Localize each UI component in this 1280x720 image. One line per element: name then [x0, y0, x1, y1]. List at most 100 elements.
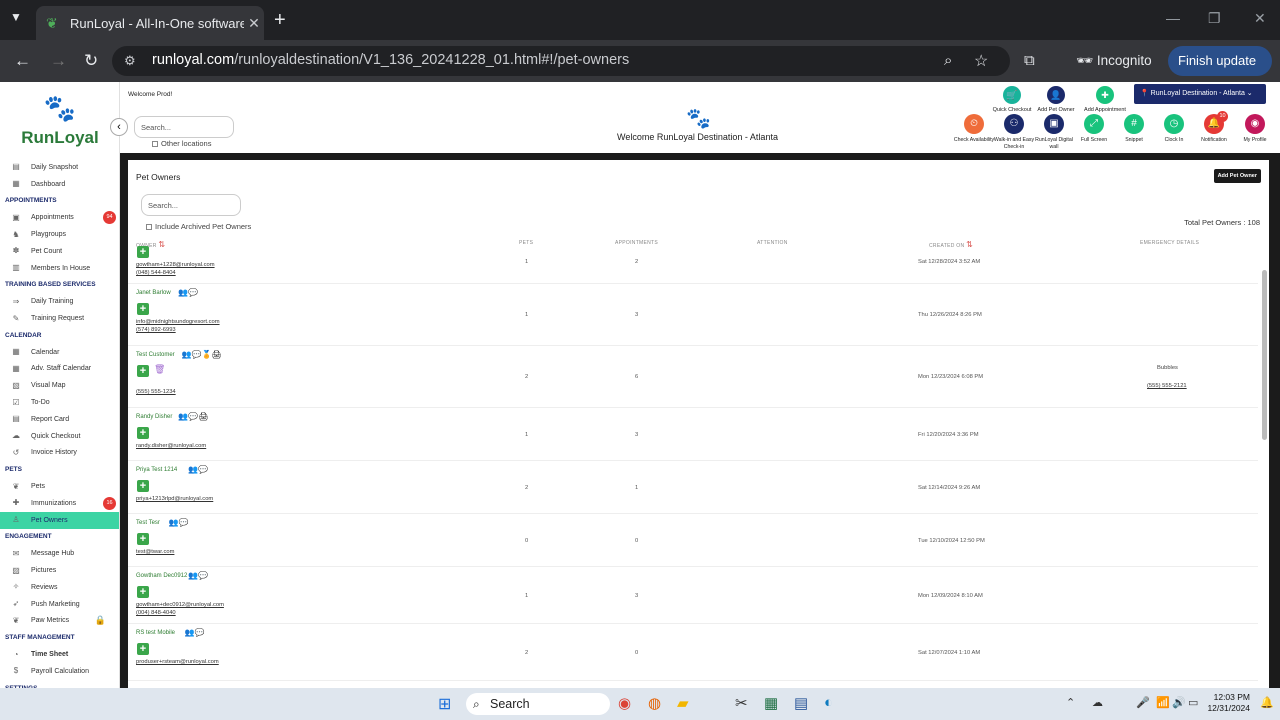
sidebar-item-to-do[interactable]: ☑ To-Do [0, 394, 119, 411]
forward-icon[interactable]: → [50, 51, 67, 71]
add-appointment-plus-icon[interactable]: + [137, 246, 149, 258]
bookmark-star-icon[interactable]: ☆ [974, 51, 988, 71]
owner-email-link[interactable]: randy.disher@runloyal.com [136, 443, 206, 449]
sidebar-item-daily-training[interactable]: ⇒ Daily Training [0, 293, 119, 310]
sidebar-item-immunizations[interactable]: ✚ Immunizations 16 [0, 495, 119, 512]
owner-phone-link[interactable]: (555) 555-1234 [136, 389, 176, 395]
owner-email-link[interactable]: gowtham+1228@runloyal.com [136, 262, 215, 268]
snipping-tool-icon[interactable]: ✂ [735, 694, 748, 712]
sidebar-item-members-in-house[interactable]: ▥ Members In House [0, 260, 119, 277]
sidebar-item-appointments[interactable]: ▣ Appointments 94 [0, 209, 119, 226]
tool-runloyal-digital-wall[interactable]: ▣ RunLoyal Digital wall [1033, 114, 1075, 150]
sidebar-item-calendar[interactable]: ▦ Calendar [0, 344, 119, 361]
windows-start-icon[interactable]: ⊞ [438, 694, 451, 714]
include-archived-checkbox[interactable]: Include Archived Pet Owners [146, 222, 251, 231]
location-selector[interactable]: 📍 RunLoyal Destination - Atlanta ⌄ [1134, 84, 1266, 104]
browser-tab[interactable]: ❦ RunLoyal - All-In-One software ✕ [36, 6, 264, 40]
owner-phone-link[interactable]: (574) 892-6993 [136, 327, 176, 333]
file-explorer-icon[interactable]: ▰ [677, 694, 689, 712]
owner-name-link[interactable]: Priya Test 1214 [136, 467, 177, 473]
sidebar-item-pet-count[interactable]: ✽ Pet Count [0, 243, 119, 260]
sidebar-item-daily-snapshot[interactable]: ▤ Daily Snapshot [0, 159, 119, 176]
address-bar[interactable]: ⚙ runloyal.com/runloyaldestination/V1_13… [112, 46, 1010, 76]
owner-phone-link[interactable]: (048) 544-8404 [136, 270, 176, 276]
owner-email-link[interactable]: produser+rsteam@runloyal.com [136, 659, 219, 665]
owner-email-link[interactable]: priya+1213rlpd@runloyal.com [136, 496, 213, 502]
sidebar-item-push-marketing[interactable]: ➶ Push Marketing [0, 596, 119, 613]
minimize-icon[interactable]: — [1166, 10, 1180, 26]
owner-name-link[interactable]: Test Tesr [136, 520, 160, 526]
add-pet-owner-button[interactable]: Add Pet Owner [1213, 169, 1261, 183]
zoom-search-icon[interactable]: ⌕ [944, 52, 952, 69]
close-tab-icon[interactable]: ✕ [244, 15, 264, 32]
add-appointment-plus-icon[interactable]: + [137, 365, 149, 377]
sidebar-item-time-sheet[interactable]: ◔ Time Sheet [0, 646, 119, 663]
quick-action-add-appointment[interactable]: ✚ Add Appointment [1081, 86, 1129, 113]
taskbar-search[interactable]: ⌕ Search [466, 693, 610, 715]
add-appointment-plus-icon[interactable]: + [137, 480, 149, 492]
runloyal-logo[interactable]: 🐾 RunLoyal [20, 94, 100, 148]
quick-action-quick-checkout[interactable]: 🛒 Quick Checkout [988, 86, 1036, 113]
sidebar-item-adv-staff-calendar[interactable]: ▦ Adv. Staff Calendar [0, 361, 119, 378]
tool-clock-in[interactable]: ◷ Clock In [1153, 114, 1195, 144]
tool-my-profile[interactable]: ◉ My Profile [1234, 114, 1276, 144]
incognito-indicator[interactable]: 🕶 Incognito [1076, 53, 1152, 69]
emergency-contact-phone[interactable]: (555) 555-2121 [1147, 383, 1187, 389]
owner-name-link[interactable]: RS test Mobile [136, 630, 175, 636]
excel-app-icon[interactable]: ▦ [764, 694, 778, 712]
sidebar-item-report-card[interactable]: ▤ Report Card [0, 411, 119, 428]
sidebar-item-payroll-calculation[interactable]: $ Payroll Calculation [0, 663, 119, 680]
tray-chevron-icon[interactable]: ⌃ [1066, 696, 1075, 709]
taskbar-clock[interactable]: 12:03 PM 12/31/2024 [1204, 692, 1250, 714]
add-appointment-plus-icon[interactable]: + [137, 427, 149, 439]
site-info-icon[interactable]: ⚙ [124, 53, 136, 69]
owner-name-link[interactable]: Randy Disher [136, 414, 172, 420]
tray-app-icon[interactable]: ☁ [1092, 696, 1103, 709]
tool-notification[interactable]: 🔔 10 Notification [1193, 111, 1235, 144]
top-search-input[interactable]: Search... [134, 116, 234, 138]
sidebar-item-paw-metrics[interactable]: ❦ Paw Metrics 🔒 [0, 613, 119, 630]
edge-app-icon[interactable]: ◐ [824, 694, 833, 711]
sidebar-item-visual-map[interactable]: ▧ Visual Map [0, 377, 119, 394]
tool-check-availability[interactable]: ⏲ Check Availability [953, 114, 995, 144]
table-scrollbar[interactable] [1262, 270, 1267, 440]
sidebar-item-dashboard[interactable]: ▦ Dashboard [0, 176, 119, 193]
add-appointment-plus-icon[interactable]: + [137, 586, 149, 598]
chrome-app-icon[interactable]: ◉ [618, 694, 631, 712]
maximize-icon[interactable]: ❐ [1208, 10, 1221, 27]
tool-snippet[interactable]: # Snippet [1113, 114, 1155, 144]
finish-update-button[interactable]: Finish update ⋮ [1168, 46, 1272, 98]
owner-phone-link[interactable]: (004) 848-4040 [136, 610, 176, 616]
sidebar-item-pet-owners[interactable]: ♙ Pet Owners [0, 511, 119, 529]
new-tab-icon[interactable]: + [274, 9, 286, 32]
microphone-icon[interactable]: 🎤 [1136, 696, 1150, 709]
tool-walk-in-and-easy-check-in[interactable]: ⚇ Walk-in and Easy Check-in [993, 114, 1035, 150]
tool-full-screen[interactable]: ⤢ Full Screen [1073, 114, 1115, 144]
sidebar-item-reviews[interactable]: ✧ Reviews [0, 579, 119, 596]
owner-email-link[interactable]: gowtham+dec0912@runloyal.com [136, 602, 224, 608]
sidebar-item-invoice-history[interactable]: ↺ Invoice History [0, 445, 119, 462]
collapse-sidebar-icon[interactable]: ‹ [110, 118, 128, 136]
notifications-bell-icon[interactable]: 🔔 [1260, 696, 1274, 709]
word-app-icon[interactable]: ▤ [794, 694, 808, 712]
extensions-icon[interactable]: ⧉ [1024, 52, 1035, 69]
owner-email-link[interactable]: info@midnightsundogresort.com [136, 319, 220, 325]
sidebar-item-quick-checkout[interactable]: ☁ Quick Checkout [0, 428, 119, 445]
owner-name-link[interactable]: Janet Barlow [136, 290, 171, 296]
owner-email-link[interactable]: test@twar.com [136, 549, 174, 555]
sidebar-item-playgroups[interactable]: ♞ Playgroups [0, 226, 119, 243]
other-locations-checkbox[interactable]: Other locations [152, 139, 211, 148]
pet-owner-search-input[interactable]: Search... [141, 194, 241, 216]
tab-search-chevron-icon[interactable]: ▼ [10, 10, 22, 24]
quick-action-add-pet-owner[interactable]: 👤 Add Pet Owner [1032, 86, 1080, 113]
reload-icon[interactable]: ↻ [84, 51, 98, 71]
sidebar-item-pictures[interactable]: ▨ Pictures [0, 562, 119, 579]
add-appointment-plus-icon[interactable]: + [137, 643, 149, 655]
wifi-icon[interactable]: 📶 [1156, 696, 1170, 709]
back-icon[interactable]: ← [14, 51, 31, 71]
sidebar-item-training-request[interactable]: ✎ Training Request [0, 310, 119, 327]
owner-name-link[interactable]: Gowtham Dec0912 [136, 573, 187, 579]
sidebar-item-message-hub[interactable]: ✉ Message Hub [0, 545, 119, 562]
close-window-icon[interactable]: ✕ [1254, 10, 1266, 27]
battery-icon[interactable]: ▭ [1188, 696, 1198, 709]
